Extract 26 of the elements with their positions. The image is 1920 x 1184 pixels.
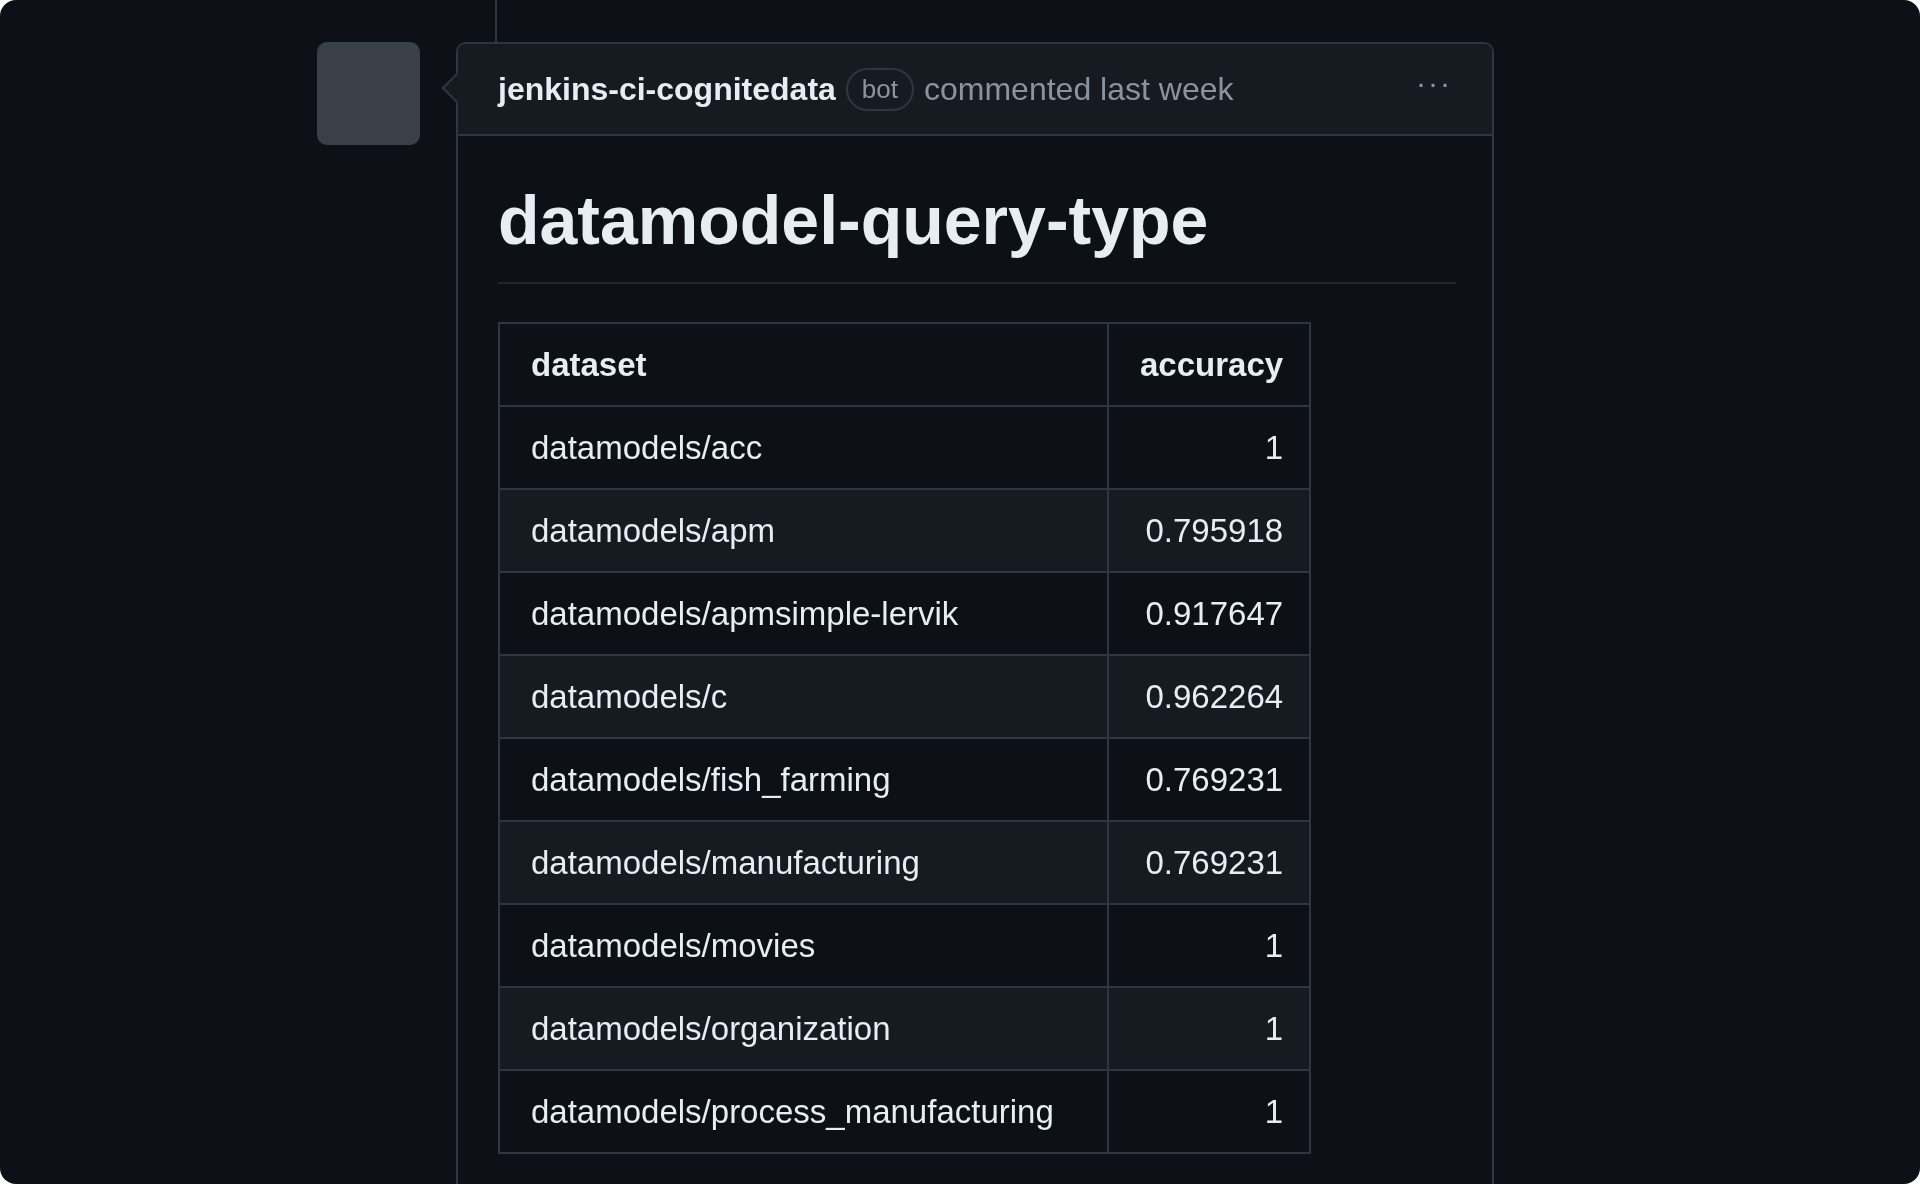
table-cell: 0.917647: [1108, 572, 1311, 656]
table-cell: datamodels/c: [499, 655, 1108, 739]
bot-label: bot: [845, 67, 914, 111]
comment-time: commented last week: [924, 70, 1235, 108]
column-header: dataset: [499, 323, 1108, 407]
table-cell: 1: [1108, 904, 1311, 988]
comment-heading: datamodel-query-type: [498, 176, 1456, 285]
table-cell: datamodels/apm: [499, 489, 1108, 573]
table-cell: datamodels/organization: [499, 987, 1108, 1071]
table-cell: 1: [1108, 1070, 1311, 1154]
table-cell: 0.795918: [1108, 489, 1311, 573]
table-cell: datamodels/process_manufacturing: [499, 1070, 1108, 1154]
more-options-button[interactable]: ···: [1412, 66, 1456, 100]
table-cell: datamodels/manufacturing: [499, 821, 1108, 905]
table-cell: 0.769231: [1108, 738, 1311, 822]
table-cell: 1: [1108, 406, 1311, 490]
table-cell: 1: [1108, 987, 1311, 1071]
avatar-placeholder[interactable]: [317, 42, 420, 145]
table-cell: datamodels/fish_farming: [499, 738, 1108, 822]
table-cell: datamodels/movies: [499, 904, 1108, 988]
column-header: accuracy: [1108, 323, 1311, 407]
table-cell: 0.962264: [1108, 655, 1311, 739]
table-cell: datamodels/acc: [499, 406, 1108, 490]
table-cell: 0.769231: [1108, 821, 1311, 905]
author-link[interactable]: jenkins-ci-cognitedata: [498, 70, 836, 108]
table-cell: datamodels/apmsimple-lervik: [499, 572, 1108, 656]
